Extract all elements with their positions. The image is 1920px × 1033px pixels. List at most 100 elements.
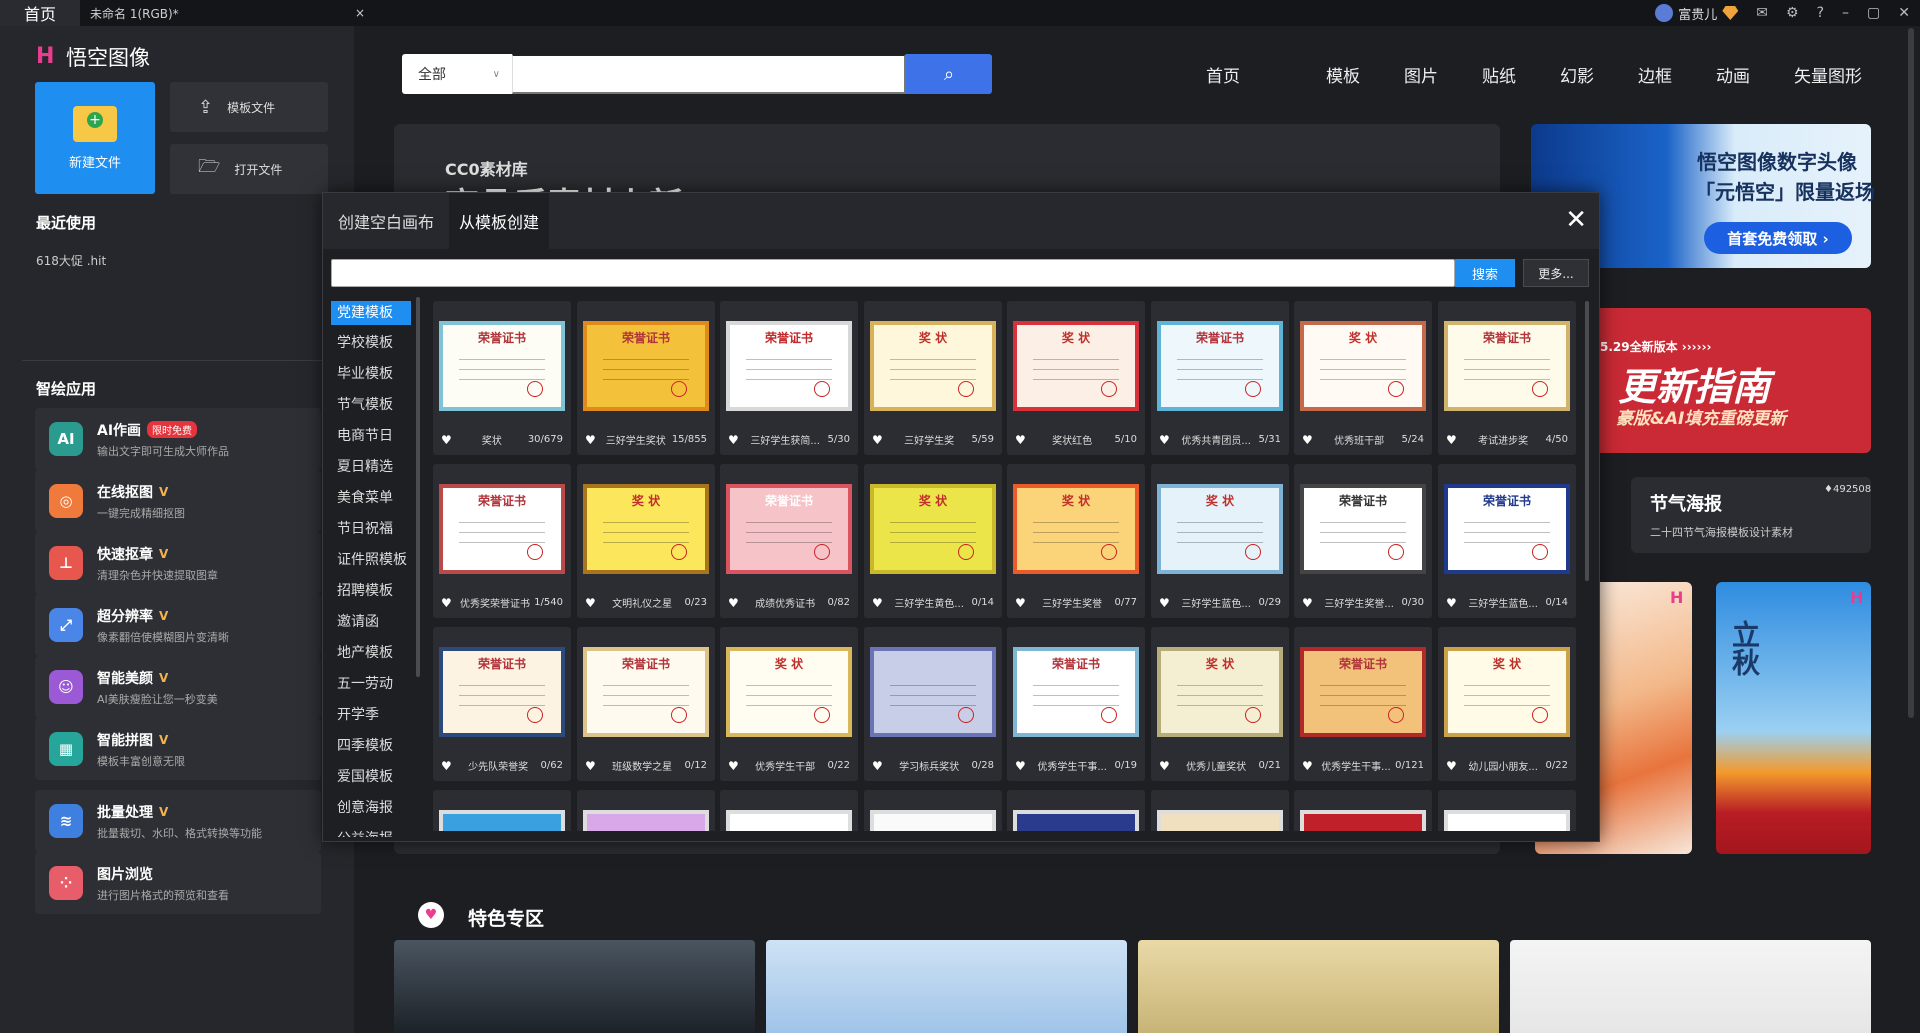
category-item[interactable]: 公益海报 [331, 824, 411, 837]
nav-item-stickers[interactable]: 贴纸 [1482, 62, 1516, 87]
promo-claim-button[interactable]: 首套免费领取 › [1704, 222, 1852, 254]
dialog-close-icon[interactable]: ✕ [1565, 207, 1587, 233]
category-item[interactable]: 招聘模板 [331, 576, 411, 607]
app-item[interactable]: ≋ 批量处理 V 批量裁切、水印、格式转换等功能 [35, 790, 321, 852]
template-card[interactable]: 荣誉证书 ♥ 优秀学生干事... 0/121 [1294, 627, 1432, 781]
template-card[interactable]: 荣誉证书 ♥ 考试进步奖 4/50 [1438, 301, 1576, 455]
template-card[interactable]: 奖 状 ♥ 奖状红色 5/10 [1007, 301, 1145, 455]
category-item[interactable]: 证件照模板 [331, 545, 411, 576]
heart-icon[interactable]: ♥ [1446, 759, 1457, 773]
nav-item-home[interactable]: 首页 [1206, 62, 1240, 87]
template-card[interactable]: 荣誉证书 ♥ 少先队荣誉奖 0/62 [433, 627, 571, 781]
category-item[interactable]: 邀请函 [331, 607, 411, 638]
new-file-button[interactable]: 新建文件 [35, 82, 155, 194]
heart-icon[interactable]: ♥ [441, 433, 452, 447]
template-card[interactable]: 荣誉证书 ♥ 三好学生蓝色... 0/14 [1438, 464, 1576, 618]
template-card[interactable]: 奖 状 ♥ 三好学生黄色... 0/14 [864, 464, 1002, 618]
template-search-button[interactable]: 搜索 [1455, 259, 1515, 287]
gear-icon[interactable]: ⚙ [1786, 5, 1799, 21]
template-card[interactable]: 奖 状 ♥ 优秀儿童奖状 0/21 [1151, 627, 1289, 781]
heart-icon[interactable]: ♥ [1159, 759, 1170, 773]
template-card[interactable]: 奖 状 ♥ 三好学生奖誉 0/77 [1007, 464, 1145, 618]
heart-icon[interactable]: ♥ [585, 433, 596, 447]
category-item[interactable]: 节气模板 [331, 390, 411, 421]
document-tab-close-icon[interactable]: × [355, 6, 365, 20]
template-card[interactable]: 奖 状 ♥ 幼儿园小朋友... 0/22 [1438, 627, 1576, 781]
heart-icon[interactable]: ♥ [872, 596, 883, 610]
template-card[interactable]: 奖 状 ♥ 优秀学生干部 0/22 [720, 627, 858, 781]
category-item[interactable]: 地产模板 [331, 638, 411, 669]
template-card[interactable] [433, 790, 571, 831]
template-card[interactable] [1007, 790, 1145, 831]
template-card[interactable]: 荣誉证书 ♥ 成绩优秀证书 0/82 [720, 464, 858, 618]
open-file-button[interactable]: 🗁 打开文件 [170, 144, 328, 194]
heart-icon[interactable]: ♥ [585, 759, 596, 773]
search-category-select[interactable]: 全部 ∨ [402, 54, 512, 94]
search-button[interactable]: ⌕ [906, 54, 992, 94]
heart-icon[interactable]: ♥ [1159, 433, 1170, 447]
template-card[interactable]: 奖 状 ♥ 三好学生蓝色... 0/29 [1151, 464, 1289, 618]
template-card[interactable] [720, 790, 858, 831]
app-item[interactable]: ⁘ 图片浏览 进行图片格式的预览和查看 [35, 852, 321, 914]
nav-item-images[interactable]: 图片 [1404, 62, 1438, 87]
heart-icon[interactable]: ♥ [872, 759, 883, 773]
template-card[interactable] [1294, 790, 1432, 831]
template-card[interactable]: 荣誉证书 ♥ 三好学生奖誉... 0/30 [1294, 464, 1432, 618]
heart-icon[interactable]: ♥ [1446, 596, 1457, 610]
more-button[interactable]: 更多... [1523, 259, 1589, 287]
nav-item-phantom[interactable]: 幻影 [1560, 62, 1594, 87]
recent-item[interactable]: 618大促 .hit [36, 252, 106, 269]
template-card[interactable]: 荣誉证书 ♥ 三好学生奖状 15/855 [577, 301, 715, 455]
minimize-icon[interactable]: – [1842, 5, 1849, 21]
heart-icon[interactable]: ♥ [1446, 433, 1457, 447]
template-card[interactable]: 奖 状 ♥ 三好学生奖 5/59 [864, 301, 1002, 455]
grid-scrollbar[interactable] [1585, 301, 1589, 581]
heart-icon[interactable]: ♥ [441, 759, 452, 773]
search-input[interactable] [512, 54, 906, 94]
nav-item-animations[interactable]: 动画 [1716, 62, 1750, 87]
template-card[interactable]: 荣誉证书 ♥ 奖状 30/679 [433, 301, 571, 455]
feature-card-rain[interactable] [394, 940, 755, 1033]
category-item[interactable]: 毕业模板 [331, 359, 411, 390]
category-item[interactable]: 节日祝福 [331, 514, 411, 545]
template-search-input[interactable] [331, 259, 1455, 287]
nav-item-borders[interactable]: 边框 [1638, 62, 1672, 87]
heart-icon[interactable]: ♥ [585, 596, 596, 610]
heart-icon[interactable]: ♥ [1302, 433, 1313, 447]
app-item[interactable]: ◎ 在线抠图 V 一键完成精细抠图 [35, 470, 321, 532]
template-card[interactable]: 荣誉证书 ♥ 优秀共青团员... 5/31 [1151, 301, 1289, 455]
nav-item-templates[interactable]: 模板 [1326, 62, 1360, 87]
feature-card-recruit[interactable] [766, 940, 1127, 1033]
heart-icon[interactable]: ♥ [1302, 759, 1313, 773]
category-item[interactable]: 创意海报 [331, 793, 411, 824]
template-card[interactable] [1438, 790, 1576, 831]
template-card[interactable] [864, 790, 1002, 831]
template-card[interactable]: 荣誉证书 ♥ 三好学生获简... 5/30 [720, 301, 858, 455]
heart-icon[interactable]: ♥ [1015, 759, 1026, 773]
document-tab[interactable]: 未命名 1(RGB)* × [80, 0, 375, 26]
help-icon[interactable]: ? [1817, 5, 1824, 21]
heart-icon[interactable]: ♥ [728, 759, 739, 773]
app-item[interactable]: ☺ 智能美颜 V AI美肤瘦脸让您一秒变美 [35, 656, 321, 718]
app-item[interactable]: ⊥ 快速抠章 V 清理杂色并快速提取图章 [35, 532, 321, 594]
user-menu[interactable]: 富贵儿 [1655, 4, 1739, 23]
template-card[interactable] [1151, 790, 1289, 831]
app-item[interactable]: ▦ 智能拼图 V 模板丰富创意无限 [35, 718, 321, 780]
home-tab[interactable]: 首页 [0, 0, 80, 26]
mail-icon[interactable]: ✉ [1756, 5, 1768, 21]
template-card[interactable]: 奖 状 ♥ 优秀班干部 5/24 [1294, 301, 1432, 455]
template-file-button[interactable]: ⇪ 模板文件 [170, 82, 328, 132]
category-item[interactable]: 开学季 [331, 700, 411, 731]
heart-icon[interactable]: ♥ [728, 596, 739, 610]
template-card[interactable]: 荣誉证书 ♥ 班级数学之星 0/12 [577, 627, 715, 781]
template-card[interactable]: 荣誉证书 ♥ 优秀学生干事... 0/19 [1007, 627, 1145, 781]
page-scrollbar[interactable] [1908, 28, 1914, 718]
feature-card-retro[interactable] [1138, 940, 1499, 1033]
heart-icon[interactable]: ♥ [441, 596, 452, 610]
heart-icon[interactable]: ♥ [872, 433, 883, 447]
tab-from-template[interactable]: 从模板创建 [449, 193, 549, 249]
template-card[interactable]: 奖 状 ♥ 文明礼仪之星 0/23 [577, 464, 715, 618]
category-item[interactable]: 爱国模板 [331, 762, 411, 793]
category-item[interactable]: 美食菜单 [331, 483, 411, 514]
category-item[interactable]: 五一劳动 [331, 669, 411, 700]
